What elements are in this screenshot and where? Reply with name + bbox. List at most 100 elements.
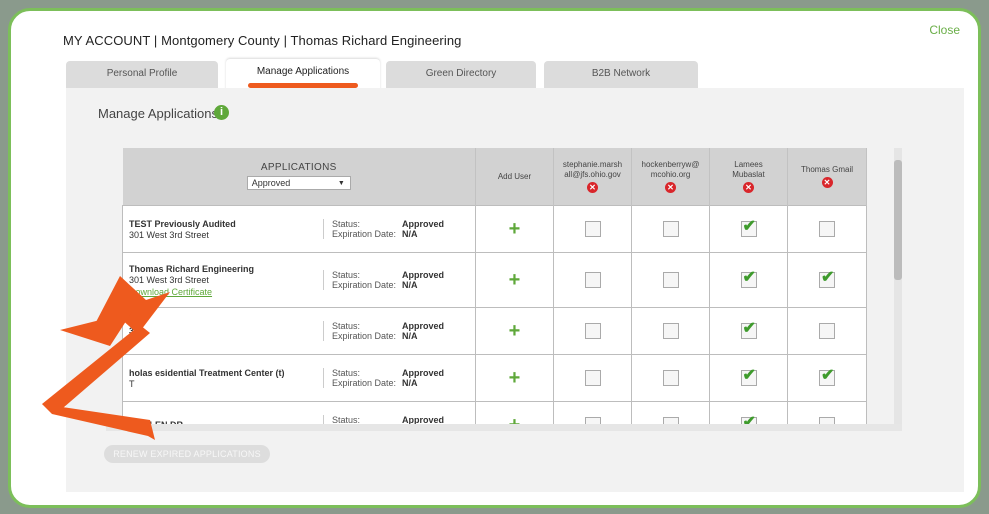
user-column-header: Thomas Gmail ✕ [787, 148, 867, 206]
tab-label: Personal Profile [106, 68, 178, 79]
application-cell: 3 Status: Approved Expiration Date: N/A [122, 307, 476, 355]
access-checkbox[interactable] [662, 322, 679, 339]
access-checkbox-cell [787, 307, 867, 355]
add-user-plus-icon[interactable]: + [475, 307, 554, 355]
status-label: Status: [332, 219, 361, 229]
access-checkbox[interactable] [662, 369, 679, 386]
access-checkbox-checked[interactable]: ✔ [740, 269, 757, 288]
applications-header: APPLICATIONS Approved ▼ [122, 148, 476, 206]
tab-green-directory[interactable]: Green Directory [386, 61, 536, 88]
horizontal-scrollbar[interactable] [106, 424, 902, 431]
access-checkbox-cell [631, 307, 710, 355]
status-label: Status: [332, 321, 361, 331]
access-checkbox[interactable] [584, 369, 601, 386]
status-value: Approved [402, 219, 445, 229]
checkmark-icon: ✔ [821, 268, 835, 286]
filter-value: Approved [251, 178, 291, 188]
remove-user-icon[interactable]: ✕ [665, 182, 676, 193]
add-user-plus-icon[interactable]: + [475, 205, 554, 253]
tab-label: Manage Applications [256, 66, 350, 77]
user-name: Lamees Mubaslat [732, 160, 765, 179]
access-checkbox-checked[interactable]: ✔ [740, 367, 757, 386]
tab-personal-profile[interactable]: Personal Profile [66, 61, 218, 88]
tab-b2b-network[interactable]: B2B Network [544, 61, 698, 88]
access-checkbox[interactable] [819, 322, 835, 339]
access-checkbox-cell: ✔ [709, 354, 788, 402]
access-checkbox[interactable] [584, 220, 601, 237]
vertical-scrollbar[interactable] [894, 148, 902, 428]
account-modal: Close MY ACCOUNT | Montgomery County | T… [8, 8, 981, 508]
remove-user-icon[interactable]: ✕ [821, 177, 833, 188]
expiration-label: Expiration Date: [332, 331, 397, 341]
access-checkbox-cell [553, 307, 632, 355]
access-checkbox-cell [631, 354, 710, 402]
access-checkbox-checked[interactable]: ✔ [740, 320, 757, 339]
status-block: Status: Approved Expiration Date: N/A [323, 321, 444, 341]
application-cell: Thomas Richard Engineering 301 West 3rd S… [122, 252, 476, 308]
close-button[interactable]: Close [929, 23, 960, 37]
access-checkbox-cell: ✔ [709, 252, 788, 308]
expiration-value: N/A [402, 229, 418, 239]
user-name: Thomas Gmail [800, 165, 853, 174]
remove-user-icon[interactable]: ✕ [587, 182, 598, 193]
tab-label: Green Directory [425, 68, 497, 79]
checkmark-icon: ✔ [821, 366, 835, 384]
status-value: Approved [402, 368, 445, 378]
access-checkbox-cell: ✔ [709, 307, 788, 355]
user-column-header: stephanie.marshall@jfs.ohio.gov ✕ [553, 148, 632, 206]
expiration-label: Expiration Date: [332, 229, 397, 239]
scrollbar-thumb[interactable] [894, 160, 902, 280]
status-value: Approved [402, 321, 445, 331]
checkmark-icon: ✔ [742, 319, 756, 337]
access-checkbox-checked[interactable]: ✔ [819, 367, 835, 386]
checkmark-icon: ✔ [742, 217, 756, 235]
applications-table: APPLICATIONS Approved ▼ Add User stephani… [122, 148, 867, 428]
table-row: 3 Status: Approved Expiration Date: N/A + ✔ [122, 307, 867, 355]
access-checkbox[interactable] [819, 220, 835, 237]
access-checkbox[interactable] [584, 322, 601, 339]
add-user-plus-icon[interactable]: + [475, 354, 554, 402]
access-checkbox-cell [631, 205, 710, 253]
info-icon[interactable]: i [214, 105, 229, 120]
access-checkbox-cell [553, 354, 632, 402]
expiration-value: N/A [402, 331, 418, 341]
access-checkbox-cell [553, 252, 632, 308]
access-checkbox-cell: ✔ [787, 252, 867, 308]
add-user-plus-icon[interactable]: + [475, 252, 554, 308]
access-checkbox-checked[interactable]: ✔ [819, 269, 835, 288]
access-checkbox-cell [553, 205, 632, 253]
add-user-header: Add User [475, 148, 554, 206]
expiration-label: Expiration Date: [332, 378, 397, 388]
table-row: Thomas Richard Engineering 301 West 3rd S… [122, 252, 867, 308]
modal-title: MY ACCOUNT | Montgomery County | Thomas … [63, 33, 462, 48]
table-row: TEST Previously Audited 301 West 3rd Stre… [122, 205, 867, 253]
tab-manage-applications[interactable]: Manage Applications [226, 59, 380, 91]
remove-user-icon[interactable]: ✕ [743, 182, 754, 193]
access-checkbox[interactable] [584, 271, 601, 288]
manage-applications-panel: Manage Applications i APPLICATIONS Appro… [66, 88, 964, 492]
status-block: Status: Approved Expiration Date: N/A [323, 270, 444, 290]
tab-label: B2B Network [591, 68, 651, 79]
application-cell: TEST Previously Audited 301 West 3rd Stre… [122, 205, 476, 253]
access-checkbox-checked[interactable]: ✔ [740, 218, 757, 237]
status-block: Status: Approved Expiration Date: N/A [323, 219, 444, 239]
checkmark-icon: ✔ [742, 268, 756, 286]
renew-expired-applications-button[interactable]: RENEW EXPIRED APPLICATIONS [104, 445, 270, 463]
access-checkbox-cell [787, 205, 867, 253]
status-filter-select[interactable]: Approved ▼ [246, 176, 351, 190]
application-cell: holas esidential Treatment Center (t) T S… [122, 354, 476, 402]
status-label: Status: [332, 270, 361, 280]
user-name: stephanie.marshall@jfs.ohio.gov [562, 160, 623, 179]
expiration-value: N/A [402, 280, 418, 290]
user-column-header: Lamees Mubaslat ✕ [709, 148, 788, 206]
access-checkbox[interactable] [662, 220, 679, 237]
access-checkbox-cell [631, 252, 710, 308]
status-label: Status: [332, 368, 361, 378]
checkmark-icon: ✔ [742, 366, 756, 384]
table-row: holas esidential Treatment Center (t) T S… [122, 354, 867, 402]
access-checkbox[interactable] [662, 271, 679, 288]
applications-header-label: APPLICATIONS [260, 162, 337, 173]
section-title: Manage Applications [98, 106, 218, 121]
status-value: Approved [402, 270, 445, 280]
applications-grid[interactable]: APPLICATIONS Approved ▼ Add User stephani… [122, 148, 886, 428]
